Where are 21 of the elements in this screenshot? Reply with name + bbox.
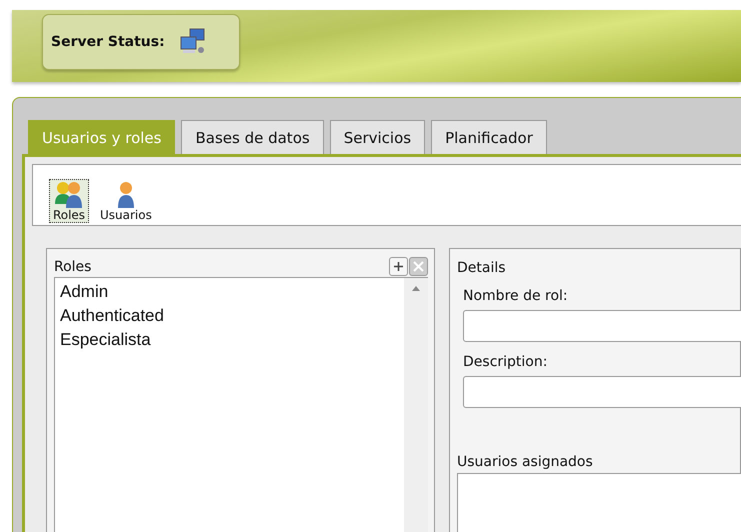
field-label: Description: (463, 354, 548, 370)
panel-title: Roles (54, 258, 92, 274)
list-item[interactable]: Admin (60, 280, 399, 304)
plus-icon (393, 261, 404, 272)
computers-icon (178, 28, 207, 56)
server-status-label: Server Status: (51, 34, 165, 50)
scroll-up-icon[interactable] (412, 286, 420, 291)
close-icon (413, 261, 424, 272)
list-item[interactable]: Authenticated (60, 304, 399, 328)
list-item[interactable]: Especialista (60, 328, 399, 352)
section-title: Usuarios asignados (457, 454, 594, 470)
tab[interactable]: Servicios (330, 120, 426, 154)
field-label: Nombre de rol: (463, 288, 569, 304)
add-button[interactable] (389, 257, 408, 276)
input-field[interactable] (463, 310, 741, 342)
tab[interactable]: Bases de datos (181, 120, 324, 154)
input-field[interactable] (463, 376, 741, 408)
panel-title: Details (457, 260, 506, 276)
tab[interactable]: Planificador (431, 120, 547, 154)
toolbar-button[interactable]: Usuarios (97, 179, 155, 223)
toolbar-button[interactable]: Roles (49, 179, 89, 223)
